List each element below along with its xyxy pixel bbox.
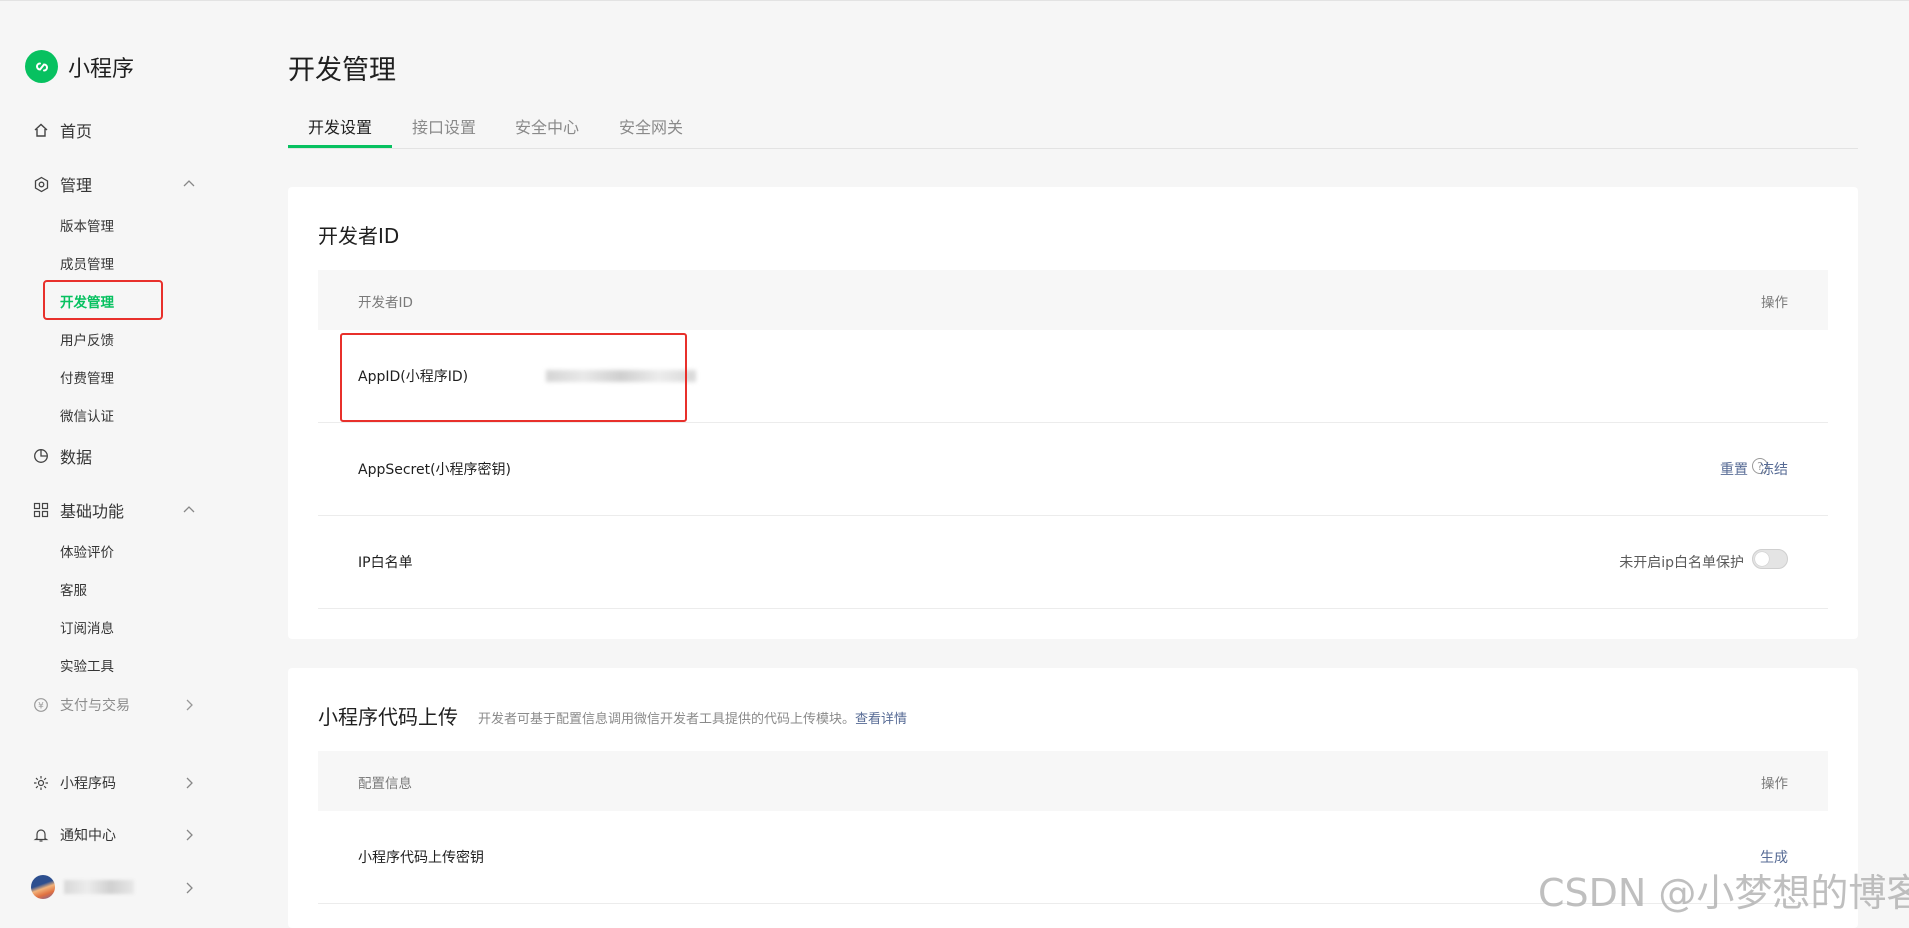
nav-data-label: 数据 — [60, 448, 93, 467]
account-name-redacted — [64, 880, 134, 894]
sidebar-item-version[interactable]: 版本管理 — [60, 215, 114, 235]
avatar[interactable] — [31, 875, 55, 899]
nav-basic[interactable]: 基础功能 — [32, 498, 124, 522]
brand-name: 小程序 — [68, 56, 135, 82]
dev-id-table-header: 开发者ID 操作 — [318, 270, 1828, 330]
sidebar-item-payment-manage[interactable]: 付费管理 — [60, 367, 114, 387]
nav-manage-label: 管理 — [60, 176, 93, 195]
sun-icon — [32, 774, 50, 792]
header-action: 操作 — [1761, 776, 1788, 792]
appsecret-label: AppSecret(小程序密钥) — [358, 462, 512, 478]
nav-home[interactable]: 首页 — [32, 118, 92, 142]
tab-security-gateway[interactable]: 安全网关 — [619, 114, 683, 146]
row-appsecret: AppSecret(小程序密钥) 重置 ? 冻结 — [318, 423, 1828, 516]
nav-qrcode[interactable]: 小程序码 — [32, 773, 116, 793]
sidebar-item-service[interactable]: 客服 — [60, 579, 87, 599]
nav-notify-label: 通知中心 — [60, 828, 116, 844]
dev-id-card-title: 开发者ID — [318, 224, 400, 248]
ip-whitelist-status: 未开启ip白名单保护 — [1619, 555, 1744, 571]
ip-whitelist-label: IP白名单 — [358, 555, 413, 571]
toggle-knob — [1755, 552, 1769, 566]
ip-whitelist-toggle[interactable] — [1752, 549, 1788, 569]
chevron-up-icon[interactable] — [182, 502, 196, 516]
sidebar-item-wechat-cert[interactable]: 微信认证 — [60, 405, 114, 425]
home-icon — [32, 121, 50, 139]
freeze-link[interactable]: 冻结 — [1760, 459, 1788, 479]
code-upload-desc-text: 开发者可基于配置信息调用微信开发者工具提供的代码上传模块。 — [478, 712, 856, 727]
svg-text:¥: ¥ — [38, 702, 44, 712]
bell-icon — [32, 826, 50, 844]
nav-qrcode-label: 小程序码 — [60, 776, 116, 792]
upload-table-header: 配置信息 操作 — [318, 751, 1828, 811]
tab-active-indicator — [288, 145, 392, 148]
sidebar-item-subscribe[interactable]: 订阅消息 — [60, 617, 114, 637]
nav-basic-label: 基础功能 — [60, 502, 125, 521]
tab-bar: 开发设置 接口设置 安全中心 安全网关 — [288, 114, 1858, 149]
code-upload-desc: 开发者可基于配置信息调用微信开发者工具提供的代码上传模块。查看详情 — [478, 708, 907, 727]
nav-payment-label: 支付与交易 — [60, 698, 130, 714]
nav-home-label: 首页 — [60, 122, 93, 141]
tab-dev-settings[interactable]: 开发设置 — [308, 114, 372, 146]
nav-notify[interactable]: 通知中心 — [32, 825, 116, 845]
miniprogram-logo-icon — [25, 50, 58, 83]
tab-api-settings[interactable]: 接口设置 — [412, 114, 476, 146]
sidebar: 小程序 首页 管理 版本管理 成员管理 开发管理 用户反馈 付费管理 微信认证 … — [0, 0, 260, 918]
chart-icon — [32, 447, 50, 465]
sidebar-item-experience[interactable]: 体验评价 — [60, 541, 114, 561]
header-action: 操作 — [1761, 295, 1788, 311]
header-dev-id: 开发者ID — [358, 295, 413, 311]
row-ip-whitelist: IP白名单 未开启ip白名单保护 — [318, 516, 1828, 609]
chevron-up-icon[interactable] — [182, 176, 196, 190]
grid-icon — [32, 501, 50, 519]
sidebar-item-members[interactable]: 成员管理 — [60, 253, 114, 273]
chevron-right-icon[interactable] — [182, 776, 196, 790]
highlight-box-appid — [340, 333, 687, 422]
settings-icon — [32, 175, 50, 193]
header-config: 配置信息 — [358, 776, 412, 792]
brand[interactable]: 小程序 — [25, 50, 134, 83]
highlight-box-sidebar — [43, 280, 163, 320]
tab-security-center[interactable]: 安全中心 — [515, 114, 579, 146]
view-details-link[interactable]: 查看详情 — [855, 712, 907, 727]
sidebar-item-feedback[interactable]: 用户反馈 — [60, 329, 114, 349]
nav-data[interactable]: 数据 — [32, 444, 92, 468]
chevron-right-icon[interactable] — [182, 881, 196, 895]
upload-key-label: 小程序代码上传密钥 — [358, 850, 484, 866]
chevron-right-icon[interactable] — [182, 698, 196, 712]
sidebar-item-lab[interactable]: 实验工具 — [60, 655, 114, 675]
chevron-right-icon[interactable] — [182, 828, 196, 842]
page-title: 开发管理 — [288, 55, 396, 86]
code-upload-card-title: 小程序代码上传 — [318, 705, 458, 729]
yen-icon: ¥ — [32, 696, 50, 714]
nav-manage[interactable]: 管理 — [32, 172, 92, 196]
watermark: CSDN @小梦想的博客 — [1538, 871, 1909, 915]
nav-payment[interactable]: ¥ 支付与交易 — [32, 695, 130, 715]
reset-link[interactable]: 重置 — [1720, 459, 1748, 479]
top-border — [0, 0, 1909, 1]
